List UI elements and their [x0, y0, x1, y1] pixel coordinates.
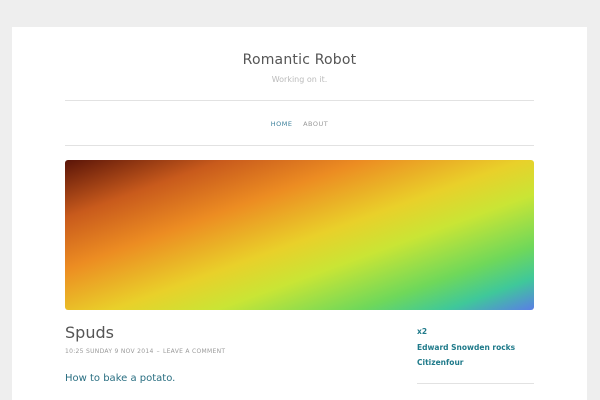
sidebar-link-citizenfour[interactable]: Citizenfour [417, 358, 534, 374]
nav-item-about[interactable]: ABOUT [303, 120, 328, 128]
site-title[interactable]: Romantic Robot [12, 52, 587, 68]
sidebar: x2 Edward Snowden rocks Citizenfour [417, 327, 534, 374]
post-title[interactable]: Spuds [65, 323, 114, 342]
post-body-link[interactable]: How to bake a potato. [65, 373, 175, 384]
page-container: Romantic Robot Working on it. HOME ABOUT… [12, 27, 587, 400]
meta-separator: – [156, 348, 160, 355]
nav-item-home[interactable]: HOME [271, 120, 293, 128]
header-divider [65, 100, 534, 101]
main-nav: HOME ABOUT [12, 120, 587, 128]
sidebar-divider [417, 383, 534, 384]
post-meta: 10:25 SUNDAY 9 NOV 2014– LEAVE A COMMENT [65, 348, 225, 355]
header-banner-image [65, 160, 534, 310]
post-time[interactable]: 10:25 SUNDAY 9 NOV 2014 [65, 348, 154, 355]
nav-divider [65, 145, 534, 146]
sidebar-link-edward-snowden[interactable]: Edward Snowden rocks [417, 343, 534, 359]
site-description: Working on it. [271, 75, 328, 84]
sidebar-link-x2[interactable]: x2 [417, 327, 534, 343]
leave-comment-link[interactable]: LEAVE A COMMENT [163, 348, 225, 355]
